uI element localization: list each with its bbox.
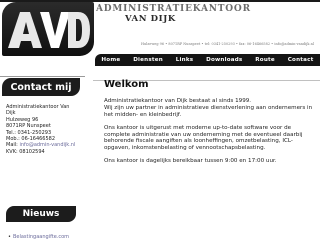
main-nav: Home Diensten Links Downloads Route Cont… [95, 54, 320, 66]
nav-home[interactable]: Home [101, 57, 120, 63]
mail-link[interactable]: info@admin-vandijk.nl [19, 142, 75, 148]
news-header-box: Nieuws [6, 206, 76, 222]
company-title-line1: ADMINISTRATIEKANTOOR [96, 4, 251, 14]
content-paragraph: Administratiekantoor van Dijk bestaat al… [104, 98, 314, 118]
contact-info: Administratiekantoor Van Dijk Hulzeweg 9… [6, 104, 84, 155]
kvk-line: KVK: 08102594 [6, 148, 45, 155]
content-line: Administratiekantoor van Dijk bestaat al… [104, 98, 252, 104]
nav-links[interactable]: Links [176, 57, 194, 63]
nav-route[interactable]: Route [255, 57, 275, 63]
main-content: Administratiekantoor van Dijk bestaat al… [104, 98, 314, 172]
page-title: Welkom [104, 79, 149, 90]
sidebar-divider [0, 76, 85, 77]
logo-graphic [8, 12, 90, 48]
nav-downloads[interactable]: Downloads [206, 57, 242, 63]
bullet-icon: • [8, 234, 11, 240]
logo[interactable] [2, 2, 94, 56]
company-title-line2: VAN DIJK [125, 14, 176, 24]
contact-title: Contact mij [10, 81, 72, 93]
contact-header-box: Contact mij [2, 78, 80, 96]
mail-label: Mail: [6, 142, 18, 149]
content-line: Wij zijn uw partner in administratieve d… [104, 104, 313, 118]
header-address-line: Hulzeweg 96 • 8071RP Nunspeet • tel: 034… [141, 42, 314, 46]
news-list-item[interactable]: • Belastingaangifte.com [8, 234, 69, 240]
news-title: Nieuws [22, 209, 60, 219]
content-paragraph: Ons kantoor is uitgerust met moderne up-… [104, 124, 303, 152]
content-paragraph: Ons kantoor is dagelijks bereikbaar tuss… [104, 158, 277, 165]
nav-diensten[interactable]: Diensten [133, 57, 163, 63]
news-link-text[interactable]: Belastingaangifte.com [13, 234, 69, 240]
contact-mail-row: Mail: info@admin-vandijk.nl [6, 142, 84, 148]
nav-contact[interactable]: Contact [288, 57, 314, 63]
